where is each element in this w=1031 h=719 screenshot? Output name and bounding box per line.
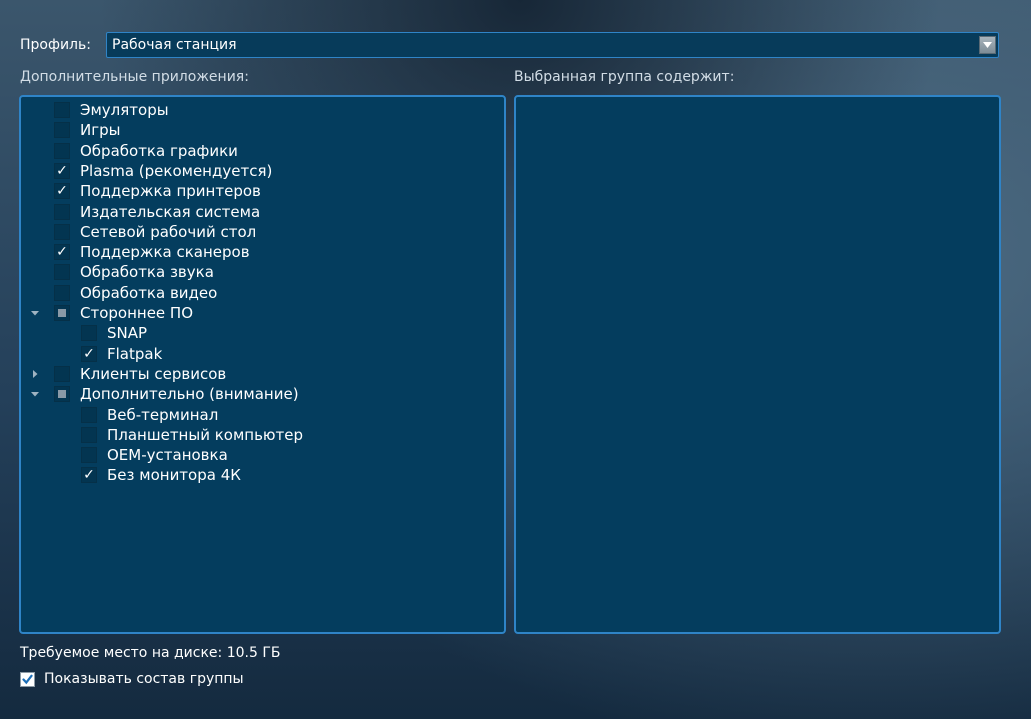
- tree-item-checkbox[interactable]: [54, 122, 70, 139]
- show-group-label: Показывать состав группы: [44, 671, 244, 687]
- tree-item-label: OEM-установка: [107, 446, 228, 465]
- tree-item-label: SNAP: [107, 324, 148, 343]
- tree-item-label: Дополнительно (внимание): [80, 385, 299, 404]
- profile-label: Профиль:: [20, 37, 91, 53]
- triangle-right-icon[interactable]: [30, 369, 40, 379]
- tree-item[interactable]: Издательская система: [21, 202, 491, 222]
- tree-item-label: Сетевой рабочий стол: [80, 222, 257, 241]
- group-contents-list[interactable]: [514, 95, 1001, 634]
- tree-item-label: Обработка графики: [80, 141, 238, 160]
- tree-item-checkbox[interactable]: [81, 406, 97, 423]
- additional-apps-label: Дополнительные приложения:: [20, 69, 249, 85]
- tree-item[interactable]: ✓ Flatpak: [21, 344, 491, 364]
- tree-item-label: Стороннее ПО: [80, 304, 194, 322]
- tree-item-label: Поддержка принтеров: [80, 182, 261, 201]
- selected-group-label: Выбранная группа содержит:: [514, 69, 735, 85]
- tree-item[interactable]: Обработка графики: [21, 141, 491, 161]
- tree-item[interactable]: Стороннее ПО: [21, 303, 491, 323]
- tree-item-checkbox[interactable]: [54, 223, 70, 240]
- tree-item-checkbox[interactable]: [54, 284, 70, 301]
- tree-item-checkbox[interactable]: ✓: [54, 183, 70, 200]
- tree-item-checkbox[interactable]: [81, 447, 97, 464]
- tree-item[interactable]: OEM-установка: [21, 445, 491, 465]
- tree-item-checkbox[interactable]: [81, 325, 97, 342]
- tree-item-label: Поддержка сканеров: [80, 243, 250, 262]
- triangle-down-icon[interactable]: [30, 389, 40, 399]
- tree-item-label: Обработка звука: [80, 263, 214, 282]
- tree-item-label: Клиенты сервисов: [80, 364, 227, 383]
- tree-item[interactable]: ✓ Plasma (рекомендуется): [21, 161, 491, 181]
- profile-select[interactable]: Рабочая станция: [106, 32, 999, 58]
- tree-item-checkbox[interactable]: [81, 426, 97, 443]
- tree-item[interactable]: Игры: [21, 120, 491, 140]
- tree-item-checkbox[interactable]: [54, 305, 70, 321]
- tree-item-label: Без монитора 4К: [107, 466, 241, 485]
- tree-item-checkbox[interactable]: [54, 386, 70, 403]
- profile-select-dropdown-button[interactable]: [979, 36, 996, 54]
- chevron-down-icon: [983, 42, 992, 48]
- show-group-checkbox[interactable]: [20, 672, 35, 687]
- tree-item-label: Издательская система: [80, 202, 261, 221]
- tree-item[interactable]: Обработка звука: [21, 262, 491, 282]
- tree-item[interactable]: Планшетный компьютер: [21, 425, 491, 445]
- tree-item-label: Эмуляторы: [80, 101, 169, 119]
- tree-item-checkbox[interactable]: [54, 102, 70, 118]
- tree-item-checkbox[interactable]: [54, 142, 70, 159]
- tree-item-label: Plasma (рекомендуется): [80, 161, 273, 180]
- tree-item-checkbox[interactable]: [54, 365, 70, 382]
- disk-space-label: Требуемое место на диске: 10.5 ГБ: [20, 645, 281, 661]
- tree-item-label: Веб-терминал: [107, 405, 219, 424]
- tree-item[interactable]: Обработка видео: [21, 283, 491, 303]
- checkmark-icon: ✓: [83, 345, 95, 362]
- tree-item-checkbox[interactable]: ✓: [81, 345, 97, 362]
- tree-item[interactable]: ✓ Без монитора 4К: [21, 465, 491, 485]
- checkmark-icon: ✓: [56, 244, 68, 261]
- tree-item-label: Обработка видео: [80, 283, 218, 302]
- apps-tree[interactable]: Эмуляторы Игры Обработка графики ✓ Plasma (р…: [19, 95, 506, 634]
- tree-item-checkbox[interactable]: ✓: [54, 244, 70, 261]
- profile-select-value: Рабочая станция: [112, 37, 237, 53]
- tree-item-checkbox[interactable]: [54, 264, 70, 281]
- checkmark-icon: [22, 674, 33, 685]
- tree-item[interactable]: Дополнительно (внимание): [21, 384, 491, 404]
- tree-item[interactable]: Эмуляторы: [21, 100, 491, 120]
- tree-item-checkbox[interactable]: ✓: [81, 467, 97, 484]
- tree-item-checkbox[interactable]: [54, 203, 70, 220]
- checkmark-icon: ✓: [56, 183, 68, 200]
- tree-item[interactable]: Клиенты сервисов: [21, 364, 491, 384]
- tree-item-label: Flatpak: [107, 344, 163, 363]
- tree-item[interactable]: ✓ Поддержка принтеров: [21, 181, 491, 201]
- triangle-down-icon[interactable]: [30, 308, 40, 318]
- checkmark-icon: ✓: [56, 162, 68, 179]
- tree-item[interactable]: Сетевой рабочий стол: [21, 222, 491, 242]
- tree-item-checkbox[interactable]: ✓: [54, 162, 70, 179]
- checkmark-icon: ✓: [83, 467, 95, 484]
- tree-item-label: Игры: [80, 121, 121, 140]
- tree-item[interactable]: Веб-терминал: [21, 405, 491, 425]
- tree-item[interactable]: SNAP: [21, 323, 491, 343]
- tree-item[interactable]: ✓ Поддержка сканеров: [21, 242, 491, 262]
- tree-item-label: Планшетный компьютер: [107, 425, 304, 444]
